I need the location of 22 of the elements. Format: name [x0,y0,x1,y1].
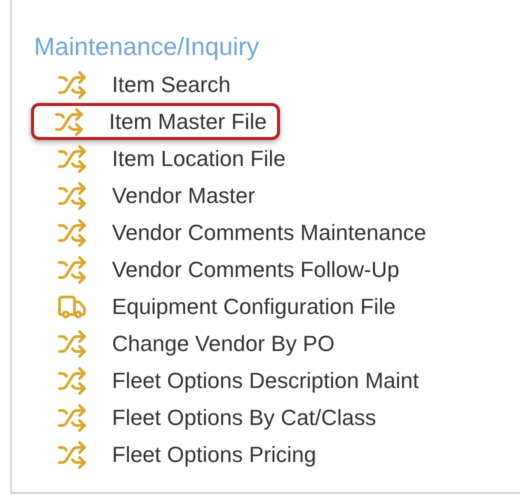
shuffle-icon [57,328,87,358]
menu-item[interactable]: Vendor Master [34,177,268,214]
shuffle-icon [57,366,87,396]
menu-item[interactable]: Vendor Comments Maintenance [34,214,440,251]
shuffle-icon [54,106,84,136]
menu-item[interactable]: Equipment Configuration File [34,288,409,325]
shuffle-icon [57,402,87,432]
menu-item[interactable]: Fleet Options Description Maint [34,362,432,399]
shuffle-icon [57,440,87,470]
section-heading: Maintenance/Inquiry [34,32,260,63]
menu-item[interactable]: Item Search [34,66,244,103]
menu-item[interactable]: Fleet Options By Cat/Class [34,399,390,436]
menu-item[interactable]: Vendor Comments Follow-Up [34,251,412,288]
menu-item[interactable]: Change Vendor By PO [34,325,348,362]
menu-item[interactable]: Item Location File [34,140,299,177]
shuffle-icon [57,70,87,100]
shuffle-icon [57,144,87,174]
shuffle-icon [57,218,87,248]
menu-item[interactable]: Fleet Options Pricing [34,436,330,473]
shuffle-icon [57,180,87,210]
menu-item[interactable]: Item Master File [31,103,280,140]
shuffle-icon [57,254,87,284]
